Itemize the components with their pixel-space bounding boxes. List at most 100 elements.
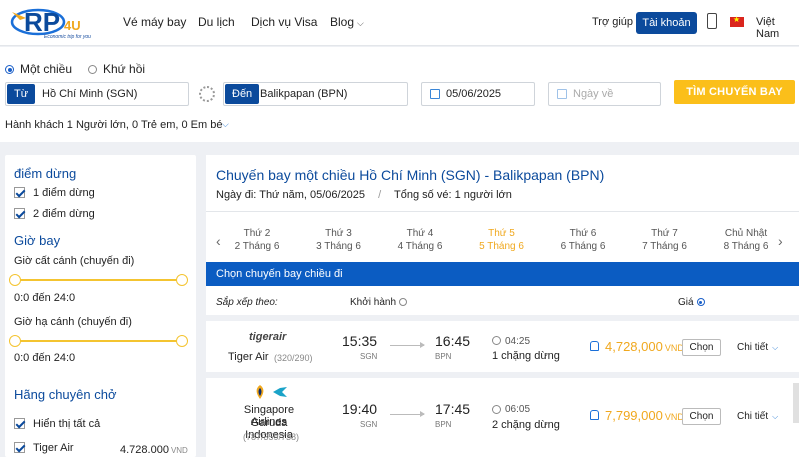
account-button[interactable]: Tài khoản (636, 12, 697, 34)
depart-time-range: 0:0 đến 24:0 (14, 292, 76, 304)
date-tab[interactable]: Thứ 2 2 Tháng 6 (226, 227, 288, 253)
row-separator (206, 315, 799, 321)
radio-round-trip[interactable]: Khứ hồi (88, 62, 145, 76)
date-tab[interactable]: Thứ 5 5 Tháng 6 (471, 227, 533, 253)
arrive-time-slider[interactable] (9, 335, 188, 347)
language-selector[interactable]: Việt Nam (756, 16, 799, 40)
choose-flight-button[interactable]: Chọn (682, 408, 721, 425)
flight-duration: 04:25 (505, 336, 531, 347)
to-value: Balikpapan (BPN) (260, 88, 348, 100)
sort-price[interactable]: Giá (678, 297, 705, 308)
sort-label: Sắp xếp theo: (216, 297, 278, 308)
date-tab-weekday: Thứ 5 (488, 228, 515, 239)
arrive-time-range: 0:0 đến 24:0 (14, 352, 76, 364)
arrival-airport: BPN (435, 420, 452, 429)
nav-blog[interactable]: Blog ⌵ (330, 15, 364, 29)
from-value: Hồ Chí Minh (SGN) (42, 88, 138, 100)
radio-selected-icon (696, 298, 705, 306)
filter-airline-tigerair[interactable]: Tiger Air (14, 442, 74, 454)
tickets-label: Tổng số vé: (394, 189, 452, 201)
vietnam-flag-icon[interactable] (730, 15, 744, 27)
chevron-down-icon: ⌵ (772, 412, 779, 421)
filter-1-stop[interactable]: 1 điểm dừng (14, 187, 95, 199)
flight-detail-toggle[interactable]: Chi tiết ⌵ (737, 411, 778, 422)
date-tab[interactable]: Chủ Nhật 8 Tháng 6 (715, 227, 777, 253)
date-tab-date: 8 Tháng 6 (723, 241, 769, 252)
filter-2-stops[interactable]: 2 điểm dừng (14, 208, 95, 220)
depart-time-slider[interactable] (9, 274, 188, 286)
date-tab[interactable]: Thứ 3 3 Tháng 6 (308, 227, 370, 253)
sort-price-label: Giá (678, 297, 694, 308)
choose-flight-button[interactable]: Chọn (682, 339, 721, 356)
date-tab-date: 6 Tháng 6 (560, 241, 606, 252)
arrive-time-label: Giờ hạ cánh (chuyến đi) (14, 316, 132, 328)
calendar-icon (430, 89, 440, 99)
chevron-down-icon: ⌵ (357, 18, 364, 28)
flight-detail-toggle[interactable]: Chi tiết ⌵ (737, 342, 778, 353)
logo[interactable]: RP 4U Economic trip for you (8, 4, 104, 44)
singapore-airlines-logo-icon (256, 385, 264, 399)
nav-visa[interactable]: Dịch vụ Visa (251, 15, 317, 29)
date-tab[interactable]: Thứ 6 6 Tháng 6 (552, 227, 614, 253)
departure-time: 15:35 (342, 333, 378, 349)
logo-tagline: Economic trip for you (44, 34, 91, 40)
row-separator (206, 372, 799, 378)
passenger-selector[interactable]: Hành khách 1 Người lớn, 0 Trẻ em, 0 Em b… (5, 119, 222, 131)
page-title: Chuyến bay một chiều Hồ Chí Minh (SGN) -… (216, 167, 605, 183)
slider-min-handle[interactable] (9, 335, 21, 347)
to-tag: Đến (225, 84, 260, 104)
swap-icon[interactable] (199, 86, 215, 102)
flight-price-value: 4,728,000 (605, 339, 663, 354)
nav-travel[interactable]: Du lịch (198, 15, 235, 29)
date-tab-date: 5 Tháng 6 (479, 241, 524, 252)
flight-detail-label: Chi tiết (737, 411, 769, 422)
phone-icon[interactable] (707, 13, 717, 29)
scrollbar[interactable] (793, 383, 799, 423)
checkbox-checked-icon (14, 418, 25, 429)
to-field[interactable]: Đến Balikpapan (BPN) (223, 82, 408, 106)
date-tab-weekday: Chủ Nhật (724, 228, 768, 239)
flight-price-currency: VND (664, 412, 684, 422)
slider-max-handle[interactable] (176, 274, 188, 286)
date-tab-date: 4 Tháng 6 (397, 241, 443, 252)
chevron-right-icon[interactable]: › (778, 233, 783, 249)
arrow-right-icon (390, 411, 425, 417)
time-heading: Giờ bay (14, 233, 61, 248)
date-tab-weekday: Thứ 4 (406, 228, 434, 239)
sort-departure[interactable]: Khởi hành (350, 297, 408, 308)
help-link[interactable]: Trợ giúp (592, 16, 633, 28)
checkbox-checked-icon (14, 208, 25, 219)
date-label: Ngày đi: (216, 189, 257, 201)
chevron-down-icon[interactable]: ⌵ (222, 119, 229, 130)
depart-date-field[interactable]: 05/06/2025 (421, 82, 535, 106)
stop-count: 2 chặng dừng (492, 419, 560, 431)
outbound-bar: Chọn chuyến bay chiều đi (206, 262, 799, 286)
radio-round-trip-label: Khứ hồi (103, 62, 146, 76)
filter-airline-currency: VND (170, 446, 188, 455)
search-flights-button[interactable]: TÌM CHUYẾN BAY (674, 80, 795, 104)
filter-sidebar: điểm dừng 1 điểm dừng 2 điểm dừng Giờ ba… (5, 155, 196, 457)
stops-heading: điểm dừng (14, 166, 77, 181)
search-panel: Một chiều Khứ hồi Từ Hồ Chí Minh (SGN) Đ… (0, 47, 799, 142)
from-field[interactable]: Từ Hồ Chí Minh (SGN) (5, 82, 189, 106)
date-tab[interactable]: Thứ 4 4 Tháng 6 (389, 227, 451, 253)
chevron-left-icon[interactable]: ‹ (216, 233, 221, 249)
slider-max-handle[interactable] (176, 335, 188, 347)
date-value: Thứ năm, 05/06/2025 (259, 189, 366, 201)
checkbox-checked-icon (14, 442, 25, 453)
date-tab-weekday: Thứ 7 (651, 228, 678, 239)
radio-one-way-label: Một chiều (20, 62, 73, 76)
departure-airport: SGN (360, 420, 378, 429)
from-tag: Từ (7, 84, 36, 104)
flight-price-value: 7,799,000 (605, 408, 663, 423)
date-tab[interactable]: Thứ 7 7 Tháng 6 (634, 227, 696, 253)
return-date-field[interactable]: Ngày về (548, 82, 661, 106)
nav-flights[interactable]: Vé máy bay (123, 15, 186, 29)
filter-all-airlines[interactable]: Hiển thị tất cả (14, 418, 100, 430)
aircraft-codes: (320/290) (274, 353, 313, 363)
radio-one-way[interactable]: Một chiều (5, 62, 72, 76)
slider-min-handle[interactable] (9, 274, 21, 286)
departure-time: 19:40 (342, 401, 378, 417)
flight-duration: 06:05 (505, 404, 531, 415)
passenger-value: 1 Người lớn, 0 Trẻ em, 0 Em bé (66, 119, 223, 131)
